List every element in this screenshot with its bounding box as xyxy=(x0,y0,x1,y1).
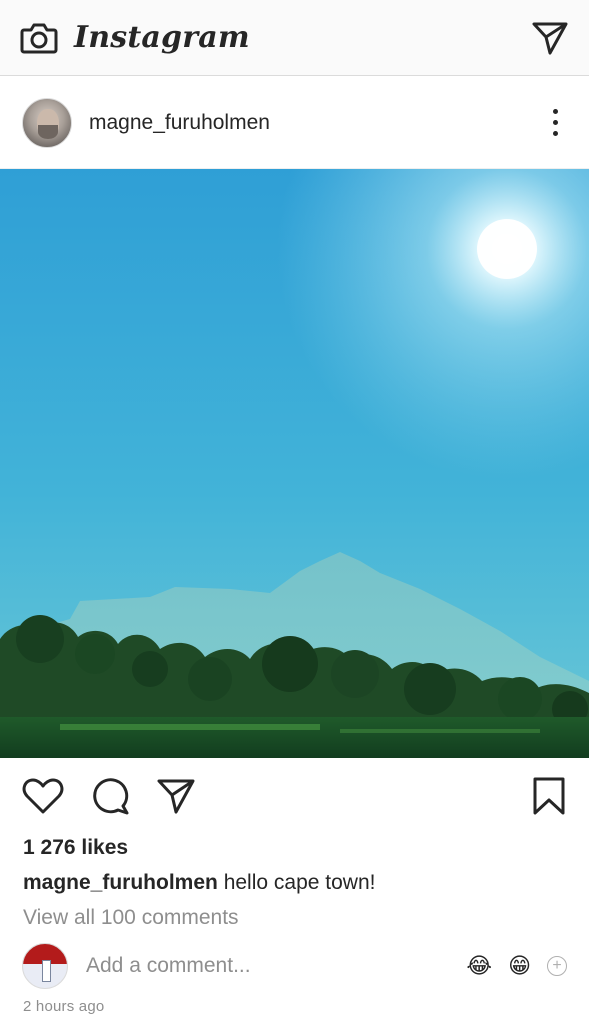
post-timestamp: 2 hours ago xyxy=(23,998,105,1015)
avatar-beard xyxy=(38,124,58,139)
my-avatar xyxy=(22,943,68,989)
camera-icon[interactable] xyxy=(20,21,58,55)
top-bar: Instagram xyxy=(0,0,589,76)
app: Instagram magne_furuholmen 1 276 likes m… xyxy=(0,0,589,1024)
plus-circle-icon[interactable]: + xyxy=(547,956,567,976)
emoji-laughing[interactable]: 😂 xyxy=(466,955,492,977)
bookmark-icon[interactable] xyxy=(531,776,567,816)
action-bar-left xyxy=(22,776,531,816)
comment-icon[interactable] xyxy=(90,776,130,816)
likes-count[interactable]: 1 276 likes xyxy=(23,836,128,860)
avatar[interactable] xyxy=(22,97,72,148)
caption-text: hello cape town! xyxy=(217,871,376,894)
dot xyxy=(552,109,558,114)
caption-username[interactable]: magne_furuholmen xyxy=(23,871,218,894)
emoji-grinning[interactable]: 😁 xyxy=(508,955,531,977)
view-comments-link[interactable]: View all 100 comments xyxy=(23,906,239,930)
share-icon[interactable] xyxy=(156,777,196,815)
caption: magne_furuholmen hello cape town! xyxy=(23,871,375,895)
dot xyxy=(552,131,558,136)
dot xyxy=(552,120,558,125)
more-vertical-icon[interactable] xyxy=(543,109,567,136)
avatar-lighthouse xyxy=(42,960,51,982)
post-header: magne_furuholmen xyxy=(0,77,589,169)
post-username[interactable]: magne_furuholmen xyxy=(89,111,543,135)
top-bar-left: Instagram xyxy=(20,20,250,55)
add-comment-row: Add a comment... 😂 😁 + xyxy=(0,940,589,992)
direct-message-icon[interactable] xyxy=(531,20,569,56)
action-bar xyxy=(0,758,589,834)
heart-icon[interactable] xyxy=(22,777,64,815)
app-title: Instagram xyxy=(74,20,250,55)
add-comment-input[interactable]: Add a comment... xyxy=(86,954,450,978)
post-image[interactable] xyxy=(0,169,589,758)
